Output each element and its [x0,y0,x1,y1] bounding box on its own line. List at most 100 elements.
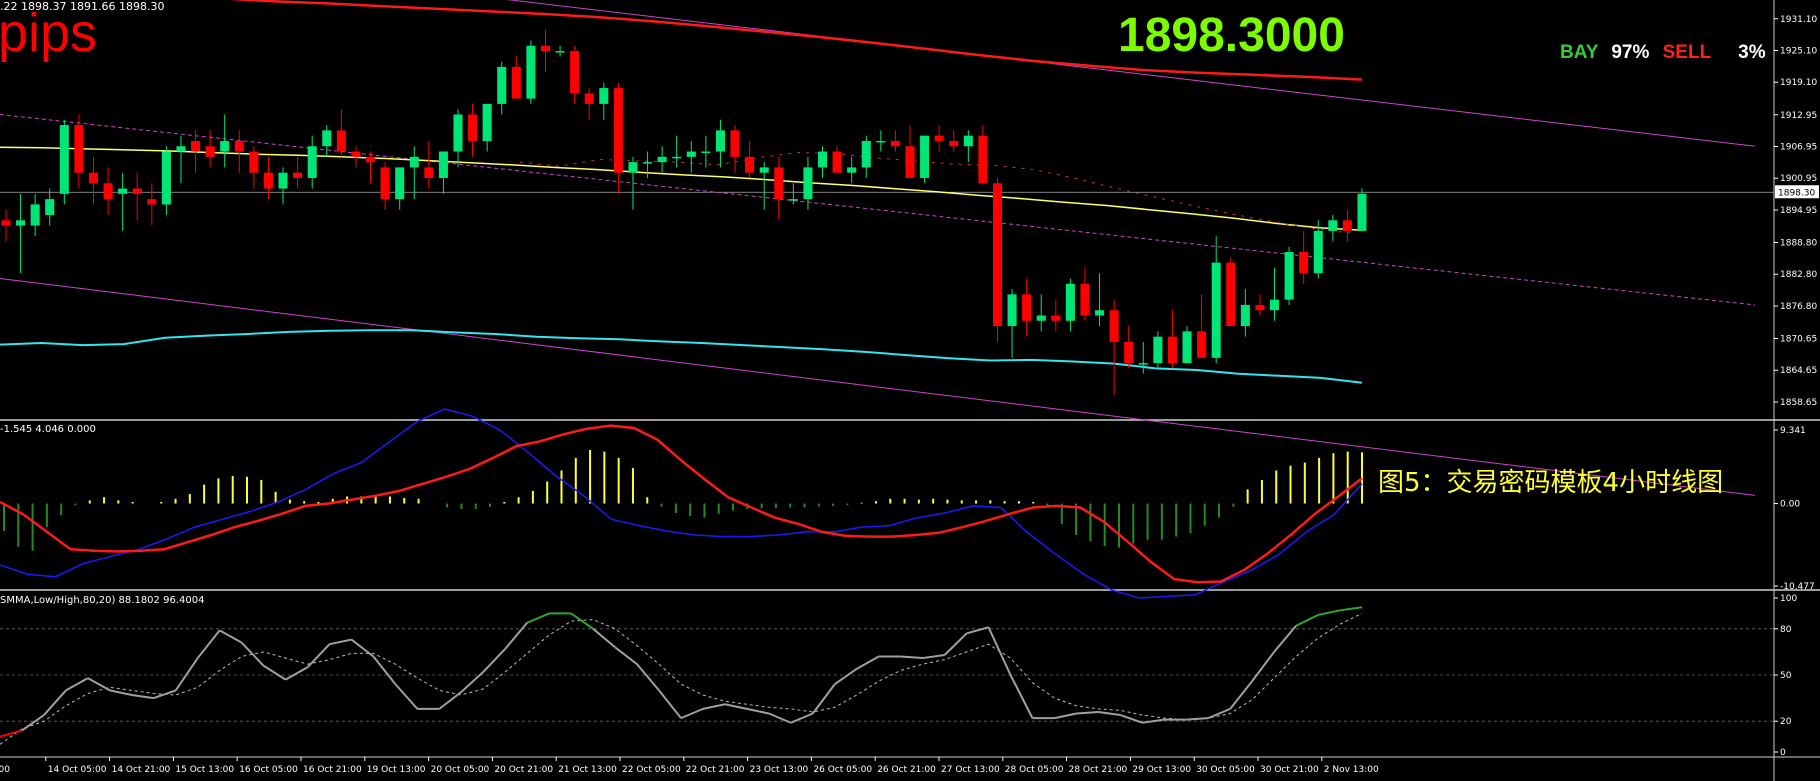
candle-body [205,146,215,157]
stoch-main-segment [109,689,133,696]
candle-body [1255,304,1265,311]
bay-sell-panel: BAY 97% SELL 3% [1560,42,1766,64]
time-tick-label: 13:00 [0,765,10,775]
candle-body [336,130,346,152]
price-tick-label: 1870.65 [1780,335,1817,345]
pips-label: pips [0,3,98,63]
channel-mid-line [0,114,1756,306]
candle-body [861,140,871,168]
candle-body [555,51,565,53]
time-tick-label: 2 Nov 13:00 [1324,765,1379,775]
candle-body [963,135,973,147]
candle-body [365,156,376,163]
chart-caption: 图5：交易密码模板4小时线图 [1378,468,1724,498]
stoch-main-segment [1098,710,1121,717]
candle-body [409,156,419,168]
sell-value: 3% [1738,42,1766,63]
price-tick-label: 1912.95 [1780,111,1817,121]
candle-body [293,172,303,178]
candle-body [1269,299,1280,311]
stoch-main-segment [1207,707,1231,720]
candle-body [774,167,784,200]
candle-body [759,167,769,173]
candle-body [890,140,900,147]
stoch-main-segment [438,691,462,710]
candle-body [934,135,944,141]
stoch-main-segment [131,694,154,700]
stoch-main-segment [702,703,726,710]
time-tick-label: 20 Oct 05:00 [431,765,490,775]
price-tick-label: 1906.95 [1780,143,1817,153]
stoch-main-segment [526,612,550,624]
candle-body [132,188,142,194]
macd-main-line [0,408,1363,599]
moving-average-line [0,146,1363,232]
channel-upper-line [506,0,1756,147]
candle-body [511,66,521,99]
stoch-main-segment [87,677,111,692]
candle-body [1357,193,1367,231]
candle-body [817,151,828,168]
candle-body [920,135,930,178]
candle-body [949,140,959,147]
sell-label: SELL [1662,42,1711,63]
candle-body [613,88,623,173]
price-tick-label: 1900.95 [1780,174,1817,184]
time-tick-label: 16 Oct 21:00 [303,765,362,775]
stoch-tick-label: 100 [1780,594,1797,604]
candle-body [249,151,259,173]
candle-body [176,146,186,152]
stoch-main-segment [1295,614,1319,627]
price-tick-label: 1931.10 [1780,15,1817,25]
candle-body [1036,315,1046,321]
trading-chart-window: 1931.10 1925.10 1919.10 1912.95 1906.95 1900.… [0,0,1820,781]
price-tick-label: 1858.65 [1780,398,1817,408]
candle-body [584,93,594,104]
candle-body [103,183,113,200]
stoch-main-segment [153,689,177,700]
candle-body [118,188,128,194]
stoch-main-segment [0,729,23,738]
price-chart-svg[interactable]: 1931.10 1925.10 1919.10 1912.95 1906.95 1900.… [0,0,1820,781]
candle-body [1109,310,1119,342]
candle-body [1182,331,1192,364]
macd-signal-line [0,424,1363,584]
candle-body [351,151,361,157]
stoch-main-segment [1054,712,1077,720]
candle-body [30,204,40,226]
candle-body [1328,220,1338,231]
time-tick-label: 23 Oct 13:00 [750,765,809,775]
candle-body [1240,304,1250,327]
time-tick-label: 14 Oct 21:00 [112,765,171,775]
time-tick-label: 26 Oct 21:00 [877,765,936,775]
candle-body [1,220,11,226]
stoch-main-segment [856,655,880,670]
stoch-main-segment [263,664,287,681]
stoch-main-segment [680,707,704,720]
stoch-main-segment [768,712,792,724]
stoch-main-segment [240,641,265,667]
candle-body [876,140,886,143]
stoch-tick-label: 20 [1780,717,1792,727]
stoch-main-segment [658,689,682,719]
candle-body [992,183,1003,327]
candle-body [832,151,842,173]
candle-body [1080,283,1090,316]
candle-body [1095,310,1105,316]
candle-body [234,140,244,152]
stoch-main-segment [1251,651,1275,682]
stoch-main-segment [196,629,221,659]
candle-body [978,135,988,184]
candle-body [526,45,536,99]
stoch-main-segment [592,628,616,649]
stoch-main-segment [43,689,67,716]
time-tick-label: 30 Oct 05:00 [1196,765,1255,775]
stoch-tick-label: 0 [1780,748,1786,758]
time-tick-label: 26 Oct 05:00 [813,765,872,775]
candle-body [1167,336,1177,364]
stochastic-indicator-label: SMMA,Low/High,80,20) 88.1802 96.4004 [0,595,205,606]
bay-label: BAY [1560,42,1599,63]
candle-body [468,114,478,141]
candle-body [395,167,405,200]
stoch-main-segment [790,712,814,724]
